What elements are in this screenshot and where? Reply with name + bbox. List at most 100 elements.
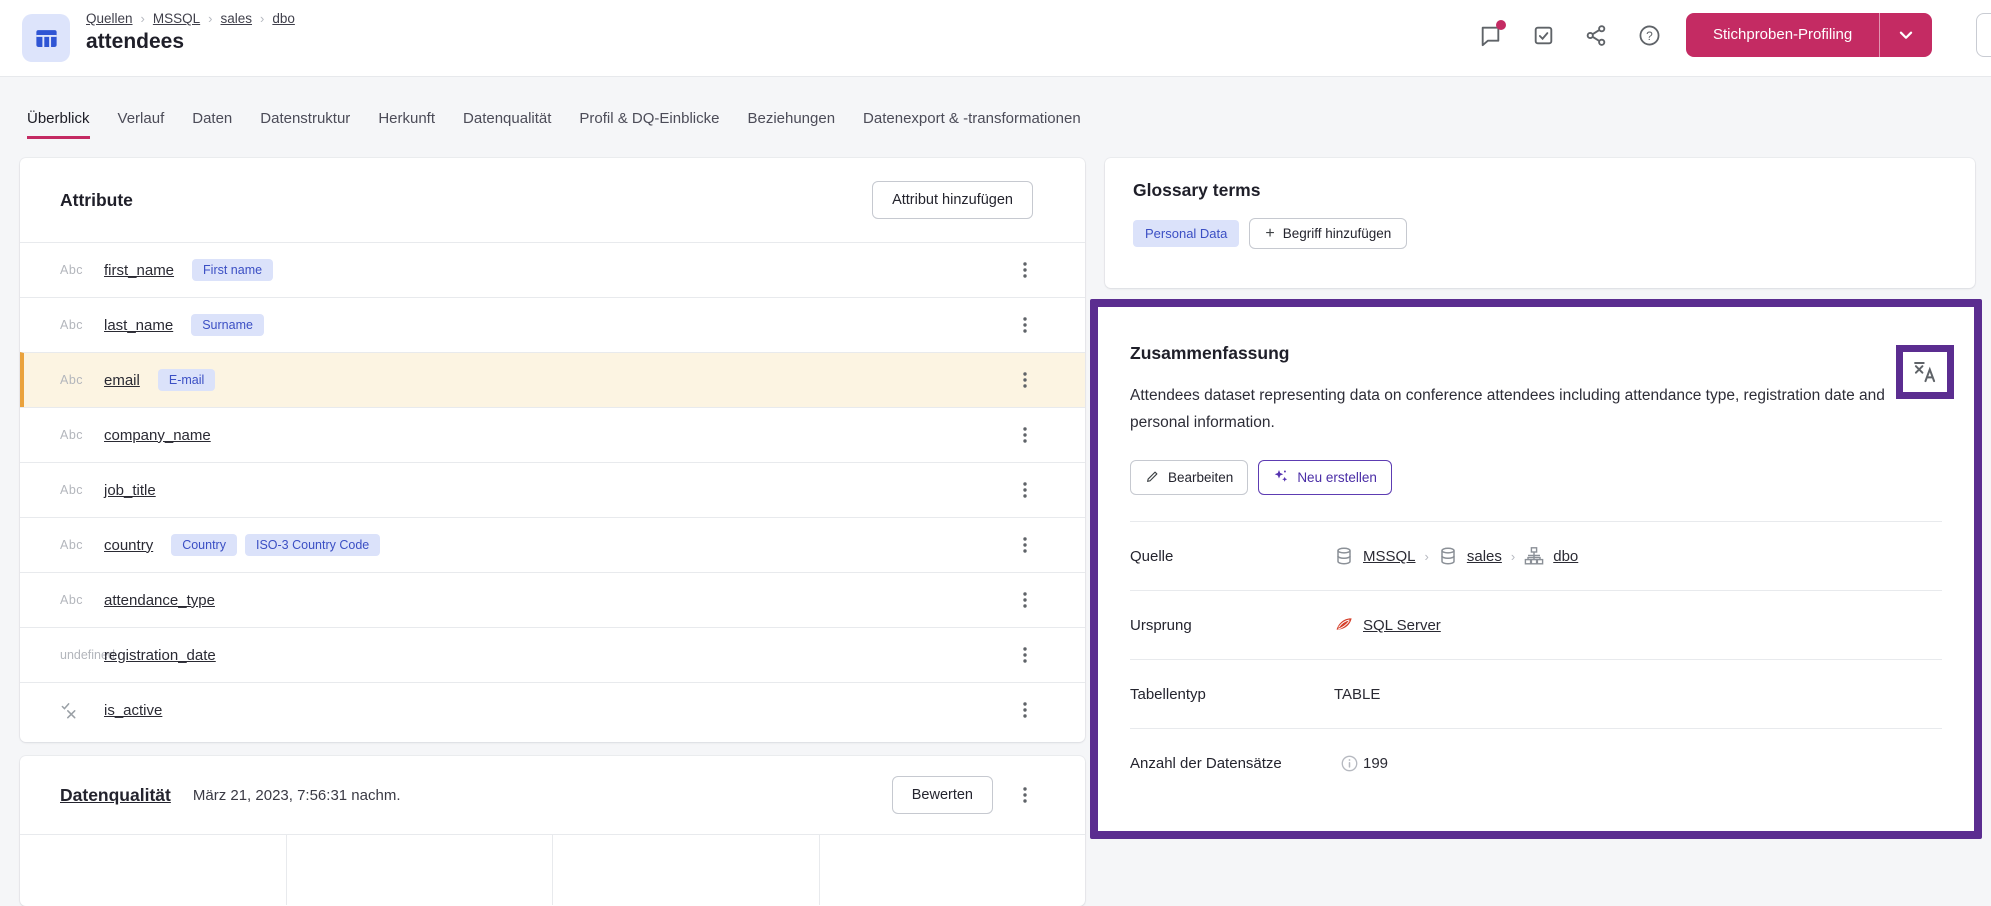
attribute-row: Abcfirst_name First name <box>20 242 1085 297</box>
data-quality-timestamp: März 21, 2023, 7:56:31 nachm. <box>193 787 401 804</box>
field-value-text: TABLE <box>1334 686 1380 703</box>
field-value: SQL Server <box>1334 615 1441 635</box>
breadcrumb-separator: › <box>208 11 212 26</box>
summary-field-row: UrsprungSQL Server <box>1130 590 1942 659</box>
tab-daten[interactable]: Daten <box>192 110 232 139</box>
tab-datenexport-transformationen[interactable]: Datenexport & -transformationen <box>863 110 1081 139</box>
row-menu-button[interactable] <box>1013 478 1037 502</box>
tab-profil-dq-einblicke[interactable]: Profil & DQ-Einblicke <box>579 110 719 139</box>
data-quality-menu-button[interactable] <box>1013 783 1037 807</box>
tab-verlauf[interactable]: Verlauf <box>118 110 165 139</box>
translate-icon[interactable] <box>1911 358 1939 386</box>
summary-field-row: TabellentypTABLE <box>1130 659 1942 728</box>
attribute-name-link[interactable]: email <box>104 372 140 389</box>
field-value: TABLE <box>1334 686 1380 703</box>
summary-field-row: Anzahl der Datensätze 199 <box>1130 728 1942 797</box>
row-menu-button[interactable] <box>1013 698 1037 722</box>
row-menu-button[interactable] <box>1013 258 1037 282</box>
attribute-name-link[interactable]: company_name <box>104 427 211 444</box>
row-menu-button[interactable] <box>1013 313 1037 337</box>
breadcrumb-link[interactable]: dbo <box>272 11 295 26</box>
info-icon[interactable] <box>1340 754 1359 773</box>
header-icon-group: ? <box>1478 23 1662 48</box>
share-icon[interactable] <box>1584 23 1609 48</box>
edit-button-label: Bearbeiten <box>1168 470 1233 485</box>
row-menu-button[interactable] <box>1013 533 1037 557</box>
attribute-name-link[interactable]: job_title <box>104 482 156 499</box>
path-link[interactable]: MSSQL <box>1363 548 1416 565</box>
add-term-button-label: Begriff hinzufügen <box>1283 226 1392 241</box>
text-type-icon: Abc <box>60 483 104 497</box>
attribute-row: is_active <box>20 682 1085 737</box>
sqlserver-icon <box>1334 615 1354 635</box>
glossary-term-tag[interactable]: Country <box>171 534 237 556</box>
database-icon <box>1334 546 1354 566</box>
data-quality-title-link[interactable]: Datenqualität <box>60 785 171 806</box>
breadcrumb-link[interactable]: sales <box>221 11 253 26</box>
attribute-name-link[interactable]: first_name <box>104 262 174 279</box>
generate-new-button[interactable]: Neu erstellen <box>1258 460 1392 495</box>
path-link[interactable]: dbo <box>1553 548 1578 565</box>
field-value-text: 199 <box>1363 755 1388 772</box>
help-icon[interactable]: ? <box>1637 23 1662 48</box>
glossary-term-tag[interactable]: Surname <box>191 314 264 336</box>
breadcrumb-link[interactable]: Quellen <box>86 11 133 26</box>
field-value-link[interactable]: SQL Server <box>1363 617 1441 634</box>
attribute-row: Abcemail E-mail <box>20 352 1085 407</box>
evaluate-button[interactable]: Bewerten <box>892 776 993 814</box>
tab-herkunft[interactable]: Herkunft <box>378 110 435 139</box>
data-quality-table <box>20 834 1085 905</box>
row-menu-button[interactable] <box>1013 368 1037 392</box>
plus-icon: + <box>1265 226 1274 242</box>
attribute-name-link[interactable]: registration_date <box>104 647 216 664</box>
path-link[interactable]: sales <box>1467 548 1502 565</box>
tab-überblick[interactable]: Überblick <box>27 110 90 139</box>
table-entity-icon <box>22 14 70 62</box>
row-menu-button[interactable] <box>1013 588 1037 612</box>
glossary-term-tag[interactable]: E-mail <box>158 369 215 391</box>
partial-edge-button[interactable] <box>1976 13 1991 57</box>
attribute-name-link[interactable]: country <box>104 537 153 554</box>
task-icon[interactable] <box>1531 23 1556 48</box>
text-type-icon: Abc <box>60 538 104 552</box>
attribute-row: Abcjob_title <box>20 462 1085 517</box>
text-type-icon: Abc <box>60 373 104 387</box>
attribute-row: undefinedregistration_date <box>20 627 1085 682</box>
schema-icon <box>1524 546 1544 566</box>
tab-datenqualität[interactable]: Datenqualität <box>463 110 551 139</box>
attribute-name-link[interactable]: is_active <box>104 702 162 719</box>
profiling-button-label[interactable]: Stichproben-Profiling <box>1686 13 1879 57</box>
database-icon <box>1438 546 1458 566</box>
add-attribute-button[interactable]: Attribut hinzufügen <box>872 181 1033 219</box>
glossary-term-tag[interactable]: ISO-3 Country Code <box>245 534 380 556</box>
edit-button[interactable]: Bearbeiten <box>1130 460 1248 495</box>
tab-bar: Überblick Verlauf Daten Datenstruktur Herkun… <box>27 110 1081 139</box>
glossary-term-tag[interactable]: First name <box>192 259 273 281</box>
page-title: attendees <box>86 30 184 54</box>
summary-title: Zusammenfassung <box>1130 343 1942 364</box>
boolean-type-icon <box>60 701 104 720</box>
row-menu-button[interactable] <box>1013 423 1037 447</box>
notification-dot <box>1496 20 1506 30</box>
glossary-term-tag[interactable]: Personal Data <box>1133 220 1239 247</box>
sparkles-icon <box>1273 468 1289 487</box>
tab-beziehungen[interactable]: Beziehungen <box>747 110 835 139</box>
add-term-button[interactable]: + Begriff hinzufügen <box>1249 218 1407 249</box>
text-type-icon: Abc <box>60 428 104 442</box>
tab-datenstruktur[interactable]: Datenstruktur <box>260 110 350 139</box>
row-menu-button[interactable] <box>1013 643 1037 667</box>
attribute-name-link[interactable]: last_name <box>104 317 173 334</box>
text-type-icon: Abc <box>60 263 104 277</box>
pencil-icon <box>1145 469 1160 487</box>
field-label: Anzahl der Datensätze <box>1130 755 1334 772</box>
svg-text:?: ? <box>1646 29 1653 43</box>
breadcrumb: Quellen›MSSQL›sales›dbo <box>86 11 295 26</box>
profiling-button[interactable]: Stichproben-Profiling <box>1686 13 1932 57</box>
breadcrumb-link[interactable]: MSSQL <box>153 11 200 26</box>
chevron-down-icon[interactable] <box>1880 13 1932 57</box>
attributes-title: Attribute <box>60 190 133 211</box>
attribute-name-link[interactable]: attendance_type <box>104 592 215 609</box>
generate-new-button-label: Neu erstellen <box>1297 470 1377 485</box>
comment-icon[interactable] <box>1478 23 1503 48</box>
text-type-icon: Abc <box>60 593 104 607</box>
